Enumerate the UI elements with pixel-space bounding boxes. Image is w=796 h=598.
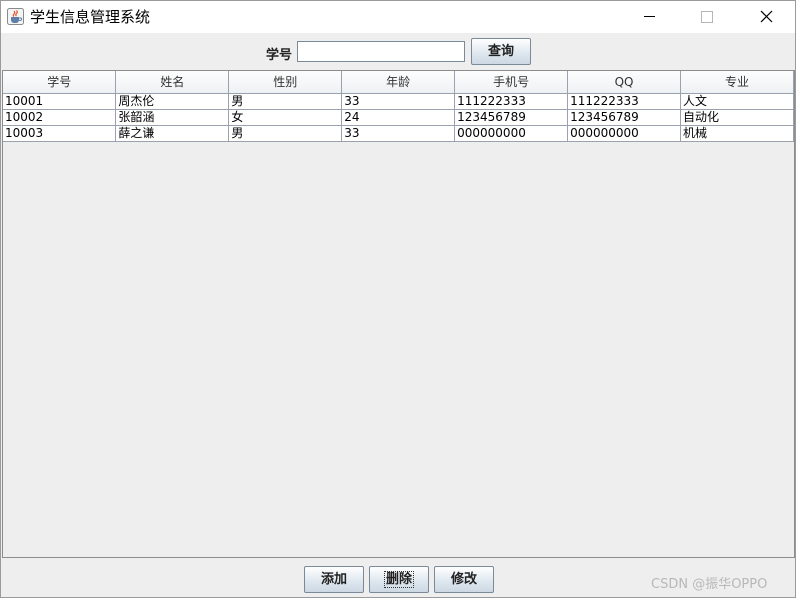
title-bar: 学生信息管理系统: [1, 1, 795, 33]
student-table-panel[interactable]: 学号 姓名 性别 年龄 手机号 QQ 专业 10001 周杰伦 男 33 111…: [2, 70, 795, 558]
cell-name[interactable]: 周杰伦: [115, 93, 230, 110]
column-header-major[interactable]: 专业: [680, 71, 794, 94]
cell-qq[interactable]: 000000000: [567, 125, 682, 142]
column-header-name[interactable]: 姓名: [115, 71, 230, 94]
cell-major[interactable]: 人文: [680, 93, 794, 110]
add-button[interactable]: 添加: [304, 566, 364, 593]
cell-age[interactable]: 24: [341, 109, 456, 126]
cell-major[interactable]: 自动化: [680, 109, 794, 126]
cell-gender[interactable]: 男: [228, 125, 343, 142]
window-title: 学生信息管理系统: [30, 8, 151, 26]
minimize-button[interactable]: [626, 1, 672, 33]
column-header-student-id[interactable]: 学号: [3, 71, 117, 94]
column-header-phone[interactable]: 手机号: [454, 71, 569, 94]
column-header-gender[interactable]: 性别: [228, 71, 343, 94]
query-button[interactable]: 查询: [471, 38, 531, 65]
cell-gender[interactable]: 女: [228, 109, 343, 126]
column-header-qq[interactable]: QQ: [567, 71, 682, 94]
cell-student-id[interactable]: 10001: [3, 93, 117, 110]
search-label: 学号: [266, 48, 293, 63]
minimize-icon: [644, 16, 655, 17]
cell-student-id[interactable]: 10002: [3, 109, 117, 126]
cell-qq[interactable]: 123456789: [567, 109, 682, 126]
maximize-icon: [701, 11, 713, 23]
maximize-button[interactable]: [684, 1, 730, 33]
table-header-row: 学号 姓名 性别 年龄 手机号 QQ 专业: [3, 71, 794, 94]
close-icon: [760, 10, 773, 23]
cell-phone[interactable]: 111222333: [454, 93, 569, 110]
cell-gender[interactable]: 男: [228, 93, 343, 110]
delete-button[interactable]: 删除: [369, 566, 429, 593]
cell-phone[interactable]: 000000000: [454, 125, 569, 142]
cell-age[interactable]: 33: [341, 93, 456, 110]
main-window: 学生信息管理系统 学号 查询 学号 姓名 性别 年龄 手机号 QQ 专业 100…: [0, 0, 796, 598]
student-table: 学号 姓名 性别 年龄 手机号 QQ 专业 10001 周杰伦 男 33 111…: [3, 71, 794, 142]
cell-age[interactable]: 33: [341, 125, 456, 142]
close-button[interactable]: [743, 1, 789, 33]
cell-name[interactable]: 张韶涵: [115, 109, 230, 126]
table-row[interactable]: 10002 张韶涵 女 24 123456789 123456789 自动化: [3, 109, 794, 126]
table-row[interactable]: 10003 薛之谦 男 33 000000000 000000000 机械: [3, 125, 794, 142]
java-cup-icon: [7, 8, 24, 25]
cell-qq[interactable]: 111222333: [567, 93, 682, 110]
table-row[interactable]: 10001 周杰伦 男 33 111222333 111222333 人文: [3, 93, 794, 110]
cell-student-id[interactable]: 10003: [3, 125, 117, 142]
student-id-search-input[interactable]: [297, 41, 465, 62]
watermark: CSDN @振华OPPO: [651, 577, 768, 592]
cell-phone[interactable]: 123456789: [454, 109, 569, 126]
cell-major[interactable]: 机械: [680, 125, 794, 142]
cell-name[interactable]: 薛之谦: [115, 125, 230, 142]
delete-button-label: 删除: [383, 571, 415, 588]
edit-button[interactable]: 修改: [434, 566, 494, 593]
column-header-age[interactable]: 年龄: [341, 71, 456, 94]
